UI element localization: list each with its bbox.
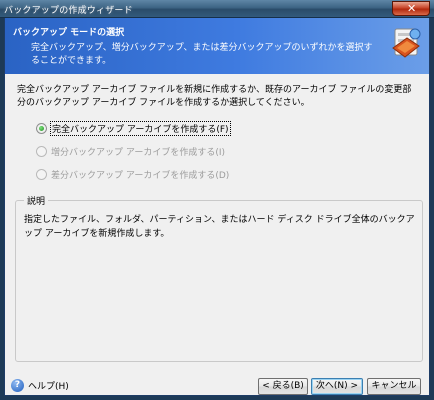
description-groupbox: 説明 指定したファイル、フォルダ、パーティション、またはハード ディスク ドライ… xyxy=(15,194,423,362)
help-button[interactable]: ? ヘルプ(H) xyxy=(11,379,69,392)
window-title: バックアップの作成ウィザード xyxy=(4,6,133,16)
option-full-backup[interactable]: 完全バックアップ アーカイブを作成する(F) xyxy=(36,120,231,136)
backup-wizard-icon xyxy=(392,28,421,58)
description-title: 説明 xyxy=(24,194,49,207)
full-backup-radio[interactable] xyxy=(36,122,47,134)
wizard-content: 完全バックアップ アーカイブ ファイルを新規に作成するか、既存のアーカイブ ファ… xyxy=(4,74,430,396)
close-button[interactable]: ✕ xyxy=(392,1,430,16)
back-button[interactable]: < 戻る(B) xyxy=(258,378,308,395)
backup-wizard-window: バックアップの作成ウィザード ✕ バックアップ モードの選択 完全バックアップ、… xyxy=(0,0,434,400)
description-text: 指定したファイル、フォルダ、パーティション、またはハード ディスク ドライブ全体… xyxy=(24,215,415,239)
cancel-button[interactable]: キャンセル xyxy=(367,378,421,395)
help-label: ヘルプ(H) xyxy=(28,382,69,392)
incremental-backup-label[interactable]: 増分バックアップ アーカイブを作成する(I) xyxy=(51,145,225,158)
full-backup-label[interactable]: 完全バックアップ アーカイブを作成する(F) xyxy=(50,120,231,136)
differential-backup-label[interactable]: 差分バックアップ アーカイブを作成する(D) xyxy=(51,168,229,181)
option-incremental-backup[interactable]: 増分バックアップ アーカイブを作成する(I) xyxy=(36,144,225,158)
incremental-backup-radio[interactable] xyxy=(36,145,47,157)
header-description: 完全バックアップ、増分バックアップ、または差分バックアップのいずれかを選択するこ… xyxy=(31,43,373,66)
wizard-header: バックアップ モードの選択 完全バックアップ、増分バックアップ、または差分バック… xyxy=(4,18,430,74)
differential-backup-radio[interactable] xyxy=(36,168,47,180)
help-icon: ? xyxy=(11,379,24,392)
intro-text: 完全バックアップ アーカイブ ファイルを新規に作成するか、既存のアーカイブ ファ… xyxy=(17,85,412,108)
header-title: バックアップ モードの選択 xyxy=(13,28,125,38)
next-button[interactable]: 次へ(N) > xyxy=(311,378,363,395)
title-bar[interactable]: バックアップの作成ウィザード ✕ xyxy=(0,0,434,18)
option-differential-backup[interactable]: 差分バックアップ アーカイブを作成する(D) xyxy=(36,167,229,181)
close-icon: ✕ xyxy=(407,2,417,15)
